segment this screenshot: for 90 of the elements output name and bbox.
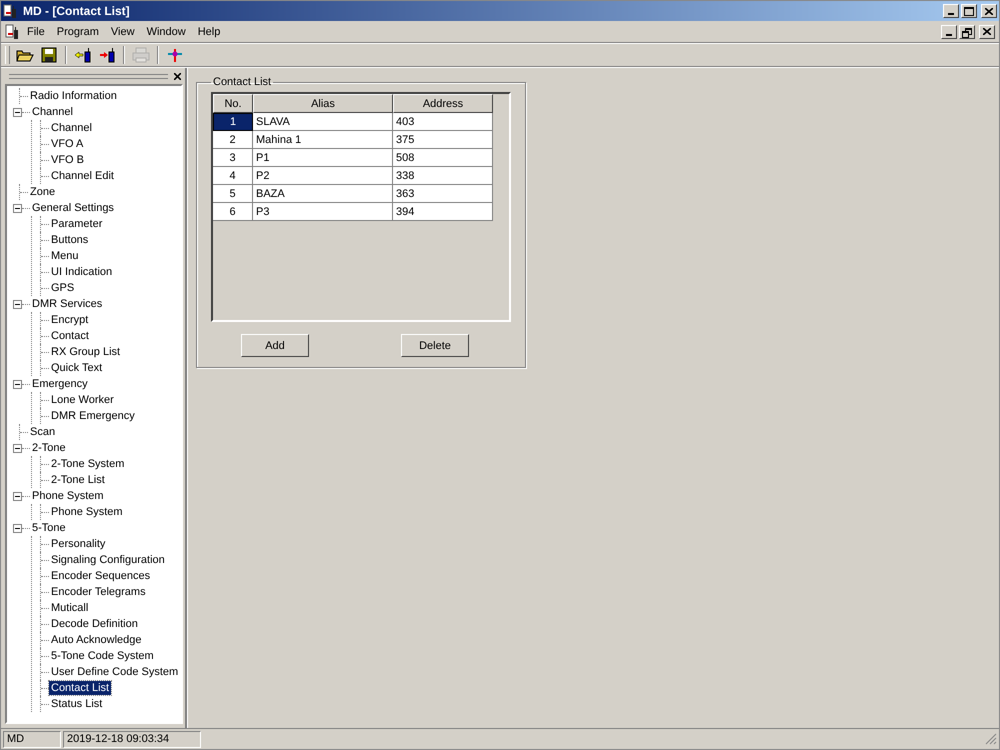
tree-item[interactable]: 2-Tone xyxy=(30,441,68,455)
table-cell[interactable]: 338 xyxy=(393,167,493,185)
tree-item[interactable]: Radio Information xyxy=(28,89,119,103)
row-number-cell[interactable]: 2 xyxy=(213,131,253,149)
menubar-option[interactable]: Program xyxy=(50,26,105,38)
table-cell[interactable]: Mahina 1 xyxy=(253,131,393,149)
collapse-icon[interactable] xyxy=(13,204,22,212)
tree-item[interactable]: RX Group List xyxy=(49,345,122,359)
row-number-cell[interactable]: 5 xyxy=(213,185,253,203)
delete-button[interactable]: Delete xyxy=(401,334,469,357)
table-cell[interactable]: BAZA xyxy=(253,185,393,203)
collapse-icon[interactable] xyxy=(13,380,22,388)
status-pane: MD xyxy=(3,730,61,748)
collapse-icon[interactable] xyxy=(13,108,22,116)
row-number-cell[interactable]: 1 xyxy=(213,113,253,131)
status-pane: 2019-12-18 09:03:34 xyxy=(63,730,201,748)
tree-item[interactable]: Signaling Configuration xyxy=(49,553,167,567)
menubar-option[interactable]: View xyxy=(104,26,141,38)
row-number-cell[interactable]: 4 xyxy=(213,167,253,185)
minimize-button[interactable] xyxy=(941,24,957,38)
tree-item[interactable]: Encrypt xyxy=(49,313,90,327)
menubar-option[interactable]: Help xyxy=(192,26,226,38)
tree-item[interactable]: Scan xyxy=(28,425,58,439)
table-cell[interactable]: 394 xyxy=(393,203,493,221)
tree-item[interactable]: Muticall xyxy=(49,601,90,615)
table-cell[interactable]: P2 xyxy=(253,167,393,185)
table-cell[interactable]: SLAVA xyxy=(253,113,393,131)
tree-item[interactable]: Channel xyxy=(30,105,75,119)
tree-item[interactable]: Quick Text xyxy=(49,361,104,375)
tree-item[interactable]: GPS xyxy=(49,281,76,295)
tree-item[interactable]: Channel Edit xyxy=(49,169,116,183)
collapse-icon[interactable] xyxy=(13,300,22,308)
table-cell[interactable]: 363 xyxy=(393,185,493,203)
tree-item[interactable]: Personality xyxy=(49,537,108,551)
tree-item[interactable]: User Define Code System xyxy=(49,665,180,679)
tree-item[interactable]: Status List xyxy=(49,697,104,711)
table-cell[interactable]: 508 xyxy=(393,149,493,167)
tree-item[interactable]: Zone xyxy=(28,185,58,199)
tree-item[interactable]: 2-Tone System xyxy=(49,457,126,471)
tree-item[interactable]: Lone Worker xyxy=(49,393,116,407)
tree-item[interactable]: Channel xyxy=(49,121,94,135)
tree-item[interactable]: DMR Services xyxy=(30,297,104,311)
tree-item[interactable]: Buttons xyxy=(49,233,90,247)
restore-button[interactable] xyxy=(959,24,975,38)
table-cell[interactable]: P1 xyxy=(253,149,393,167)
row-number-cell[interactable]: 6 xyxy=(213,203,253,221)
close-button[interactable] xyxy=(979,24,995,38)
tree-item[interactable]: VFO B xyxy=(49,153,86,167)
table-cell[interactable]: P3 xyxy=(253,203,393,221)
close-icon xyxy=(983,28,991,35)
add-button[interactable]: Add xyxy=(241,334,309,357)
tree-item[interactable]: Menu xyxy=(49,249,81,263)
tree-item[interactable]: Phone System xyxy=(30,489,106,503)
app-icon xyxy=(3,3,19,19)
table-cell[interactable]: 375 xyxy=(393,131,493,149)
maximize-button[interactable] xyxy=(961,4,977,18)
document-icon[interactable] xyxy=(5,24,21,40)
close-icon[interactable] xyxy=(174,72,181,80)
menubar-option[interactable]: Window xyxy=(140,26,192,38)
close-button[interactable] xyxy=(981,4,997,18)
collapse-icon[interactable] xyxy=(13,444,22,452)
column-header[interactable]: No. xyxy=(213,94,253,113)
table-cell[interactable]: 403 xyxy=(393,113,493,131)
column-header[interactable]: Address xyxy=(393,94,493,113)
tree-item[interactable]: Auto Acknowledge xyxy=(49,633,144,647)
collapse-icon[interactable] xyxy=(13,492,22,500)
tree-item[interactable]: UI Indication xyxy=(49,265,114,279)
row-number-cell[interactable]: 3 xyxy=(213,149,253,167)
tree-item[interactable]: Phone System xyxy=(49,505,125,519)
tree-item[interactable]: General Settings xyxy=(30,201,116,215)
group-title: Contact List xyxy=(212,76,272,88)
tree-item[interactable]: Parameter xyxy=(49,217,104,231)
tree-item[interactable]: Contact xyxy=(49,329,91,343)
tree-item[interactable]: DMR Emergency xyxy=(49,409,137,423)
column-header[interactable]: Alias xyxy=(253,94,393,113)
collapse-icon[interactable] xyxy=(13,524,22,532)
close-icon xyxy=(985,8,993,14)
tree-item[interactable]: Encoder Sequences xyxy=(49,569,152,583)
minimize-button[interactable] xyxy=(943,4,959,18)
menubar-option[interactable]: File xyxy=(21,26,51,38)
tree-item[interactable]: Encoder Telegrams xyxy=(49,585,148,599)
resize-grip-icon[interactable] xyxy=(985,733,997,745)
tree-item[interactable]: Decode Definition xyxy=(49,617,140,631)
tree-item[interactable]: 5-Tone Code System xyxy=(49,649,156,663)
tree-item[interactable]: VFO A xyxy=(49,137,86,151)
tree-item[interactable]: 5-Tone xyxy=(30,521,68,535)
window-title: MD - [Contact List] xyxy=(23,4,130,18)
tree-item[interactable]: Emergency xyxy=(30,377,90,391)
tree-item[interactable]: 2-Tone List xyxy=(49,473,107,487)
tree-item[interactable]: Contact List xyxy=(49,681,112,695)
